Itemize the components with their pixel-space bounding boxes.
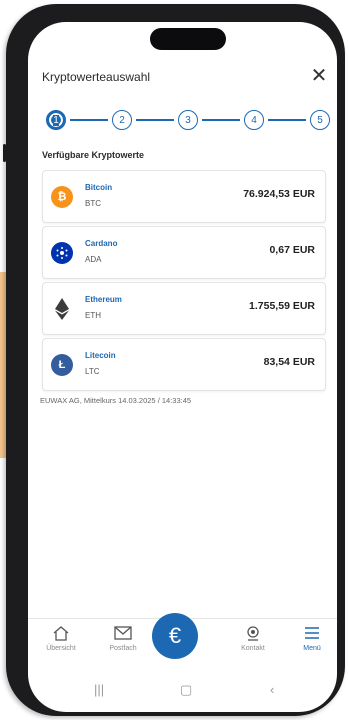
bitcoin-icon: ₿	[51, 186, 73, 208]
system-navigation-bar: ||| ▢ ‹	[28, 674, 337, 704]
crypto-card-cardano[interactable]: Cardano ADA 0,67 EUR	[42, 226, 326, 279]
progress-stepper: 1 2 3 4 5	[42, 110, 332, 136]
coin-ticker: BTC	[85, 199, 101, 208]
nav-menu-label: Menü	[303, 645, 321, 652]
mail-icon	[98, 623, 148, 643]
home-button-icon[interactable]: ▢	[180, 682, 192, 698]
back-icon[interactable]: ‹	[270, 682, 274, 697]
nav-contact-label: Kontakt	[241, 645, 265, 652]
nav-contact[interactable]: Kontakt	[228, 623, 278, 652]
hamburger-icon	[287, 623, 337, 643]
step-connector	[268, 119, 306, 121]
nav-overview-label: Übersicht	[46, 645, 76, 652]
nav-mailbox-label: Postfach	[109, 645, 137, 652]
step-4: 4	[244, 110, 264, 130]
section-title: Verfügbare Kryptowerte	[42, 150, 145, 160]
home-icon	[36, 623, 86, 643]
close-icon[interactable]: ✕	[309, 66, 329, 86]
price-source-note: EUWAX AG, Mittelkurs 14.03.2025 / 14:33:…	[40, 396, 192, 405]
coin-name: Ethereum	[85, 295, 122, 304]
crypto-card-litecoin[interactable]: Ł Litecoin LTC 83,54 EUR	[42, 338, 326, 391]
step-connector	[136, 119, 174, 121]
coin-price: 76.924,53 EUR	[243, 188, 315, 200]
recent-apps-icon[interactable]: |||	[94, 682, 104, 697]
coin-price: 1.755,59 EUR	[249, 300, 315, 312]
step-1: 1	[46, 110, 66, 130]
page-title: Kryptowerteauswahl	[42, 70, 151, 84]
euro-action-button[interactable]: €	[152, 613, 198, 659]
ethereum-icon	[51, 298, 73, 320]
litecoin-icon: Ł	[51, 354, 73, 376]
phone-side-button	[3, 144, 6, 162]
coin-price: 0,67 EUR	[269, 244, 315, 256]
step-connector	[202, 119, 240, 121]
page-header: Kryptowerteauswahl ✕	[28, 66, 337, 90]
nav-mailbox[interactable]: Postfach	[98, 623, 148, 652]
cardano-icon	[51, 242, 73, 264]
step-5: 5	[310, 110, 330, 130]
step-3: 3	[178, 110, 198, 130]
crypto-card-bitcoin[interactable]: ₿ Bitcoin BTC 76.924,53 EUR	[42, 170, 326, 223]
coin-price: 83,54 EUR	[263, 356, 315, 368]
dynamic-island	[150, 28, 226, 50]
coin-name: Litecoin	[85, 351, 116, 360]
nav-overview[interactable]: Übersicht	[36, 623, 86, 652]
phone-frame: Kryptowerteauswahl ✕ 1 2 3 4 5 Verfügbar…	[3, 4, 345, 716]
coin-ticker: ETH	[85, 311, 101, 320]
crypto-card-ethereum[interactable]: Ethereum ETH 1.755,59 EUR	[42, 282, 326, 335]
phone-screen: Kryptowerteauswahl ✕ 1 2 3 4 5 Verfügbar…	[28, 22, 337, 712]
coin-name: Bitcoin	[85, 183, 113, 192]
coin-ticker: LTC	[85, 367, 100, 376]
step-2: 2	[112, 110, 132, 130]
coin-name: Cardano	[85, 239, 118, 248]
coin-ticker: ADA	[85, 255, 102, 264]
bottom-navigation: Übersicht Postfach € Kontakt Menü	[28, 613, 337, 673]
nav-menu[interactable]: Menü	[287, 623, 337, 652]
step-connector	[70, 119, 108, 121]
headset-icon	[228, 623, 278, 643]
